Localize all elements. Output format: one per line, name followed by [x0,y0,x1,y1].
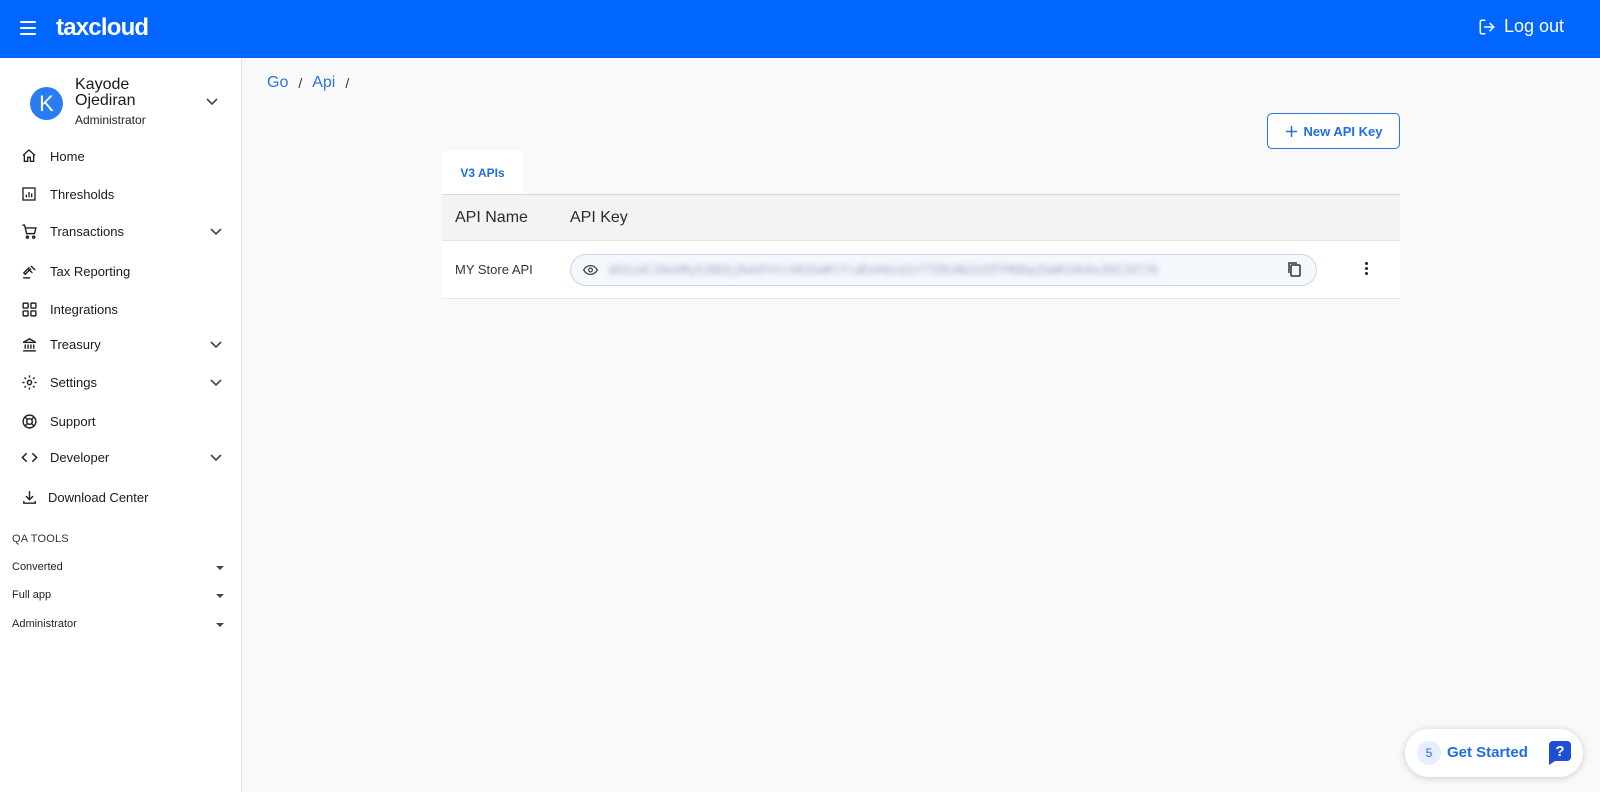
bank-icon [19,334,39,354]
download-icon [19,487,39,507]
api-name-cell: MY Store API [455,262,533,277]
sidebar-item-label: Transactions [50,223,124,239]
sidebar-item-label: Download Center [48,489,149,505]
cart-icon [19,221,39,241]
breadcrumb-go[interactable]: Go [267,74,288,92]
qa-select-app[interactable]: Full app [0,585,242,607]
sidebar-item-home[interactable]: Home [0,138,242,174]
chevron-down-icon[interactable] [206,98,218,106]
caret-down-icon [216,623,224,627]
sidebar-item-label: Settings [50,374,97,390]
new-api-key-label: New API Key [1303,123,1383,139]
eye-icon[interactable] [583,264,598,276]
table-row: MY Store API dGVzdC10eGMyX1BEbjRaVFhYckR… [442,241,1400,299]
avatar: K [30,87,63,120]
svg-text:?: ? [1555,743,1564,760]
chevron-down-icon [210,341,222,349]
more-options-icon[interactable] [1363,262,1369,278]
code-icon [19,447,39,467]
sidebar-item-thresholds[interactable]: Thresholds [0,176,242,212]
get-started-label: Get Started [1447,744,1528,761]
sidebar-item-developer[interactable]: Developer [0,439,242,475]
chart-icon [19,184,39,204]
qa-select-value: Converted [12,561,63,573]
sidebar-item-label: Tax Reporting [50,263,131,279]
sidebar-item-tax-reporting[interactable]: Tax Reporting [0,253,242,289]
sidebar: K Kayode Ojediran Administrator Home Thr… [0,58,242,792]
logout-label: Log out [1503,16,1564,36]
qa-select-value: Administrator [12,618,77,630]
sidebar-item-transactions[interactable]: Transactions [0,213,242,249]
gear-icon [19,372,39,392]
logout-icon [1479,19,1495,34]
hamburger-menu-icon[interactable] [20,21,36,35]
brand-logo: taxcloud [56,14,149,41]
user-role: Administrator [75,113,146,127]
breadcrumb-api[interactable]: Api [312,74,335,92]
caret-down-icon [216,566,224,570]
logout-button[interactable]: Log out [1478,16,1564,37]
sidebar-item-label: Home [50,148,85,164]
lifebuoy-icon [19,411,39,431]
get-started-count: 5 [1417,741,1441,765]
chevron-down-icon [210,228,222,236]
get-started-widget[interactable]: 5 Get Started ? [1405,729,1583,777]
chevron-down-icon [210,379,222,387]
table-header: API Name API Key [442,195,1400,241]
user-name: Kayode Ojediran [75,76,136,109]
sidebar-item-label: Integrations [50,301,118,317]
qa-select-value: Full app [12,589,52,601]
column-header-api-name: API Name [455,209,528,226]
copy-icon[interactable] [1287,261,1303,279]
sidebar-item-label: Support [50,413,96,429]
caret-down-icon [216,594,224,598]
api-key-field: dGVzdC10eGMyX1BEbjRaVFhYckR3SmRlYldEeHdz… [570,254,1317,286]
breadcrumb-separator: / [298,75,303,91]
gavel-icon [19,261,39,281]
sidebar-item-support[interactable]: Support [0,403,242,439]
plus-icon [1285,125,1297,137]
sidebar-item-settings[interactable]: Settings [0,364,242,400]
sidebar-item-label: Treasury [50,336,101,352]
top-bar: taxcloud Log out [0,0,1600,58]
qa-select-role[interactable]: Administrator [0,614,242,636]
sidebar-item-treasury[interactable]: Treasury [0,326,242,362]
new-api-key-button[interactable]: New API Key [1267,113,1400,149]
home-icon [19,146,39,166]
qa-tools-title: QA TOOLS [12,533,69,545]
help-chat-icon[interactable]: ? [1546,739,1574,767]
grid-icon [19,299,39,319]
sidebar-item-integrations[interactable]: Integrations [0,291,242,327]
sidebar-item-label: Thresholds [50,186,115,202]
breadcrumb-separator: / [345,75,350,91]
tab-v3-apis[interactable]: V3 APIs [442,151,523,196]
column-header-api-key: API Key [570,209,628,226]
sidebar-item-download-center[interactable]: Download Center [0,479,242,515]
user-profile[interactable]: K Kayode Ojediran Administrator [0,58,242,138]
qa-select-mode[interactable]: Converted [0,557,242,579]
sidebar-item-label: Developer [50,449,110,465]
api-key-value: dGVzdC10eGMyX1BEbjRaVFhYckR3SmRlYldEeHdz… [609,263,1159,277]
breadcrumb: Go / Api / [267,74,359,92]
chevron-down-icon [210,454,222,462]
